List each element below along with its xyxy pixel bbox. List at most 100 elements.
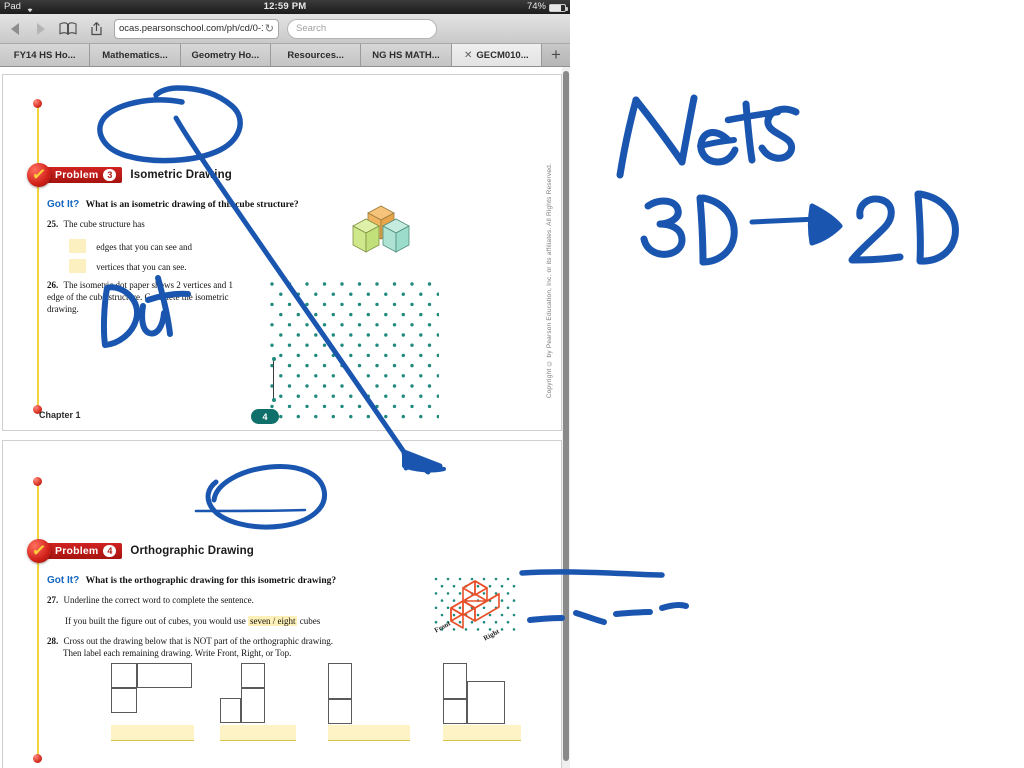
battery-icon bbox=[549, 4, 568, 12]
problem3-pill: Problem 3 bbox=[41, 167, 123, 183]
question-27: 27. Underline the correct word to comple… bbox=[47, 594, 367, 606]
book-icon bbox=[59, 22, 77, 35]
tab-label: Geometry Ho... bbox=[191, 49, 260, 61]
status-clock: 12:59 PM bbox=[263, 1, 307, 12]
scrollbar-thumb[interactable] bbox=[563, 71, 569, 761]
cube-structure-figure bbox=[346, 199, 416, 266]
shape4-cell-2 bbox=[443, 699, 467, 724]
question-28-line1: Cross out the drawing below that is NOT … bbox=[63, 636, 334, 646]
question-25-blank-row-1: edges that you can see and bbox=[69, 239, 279, 253]
close-icon[interactable]: ✕ bbox=[464, 50, 472, 61]
browser-tab-4[interactable]: NG HS MATH... bbox=[361, 44, 452, 66]
back-button[interactable] bbox=[6, 20, 24, 38]
problem3-number: 3 bbox=[103, 169, 117, 181]
address-bar[interactable]: ocas.pearsonschool.com/ph/cd/0-13-372176… bbox=[114, 18, 279, 39]
problem3-title: Isometric Drawing bbox=[130, 169, 232, 181]
isometric-dot-paper[interactable] bbox=[269, 280, 440, 425]
forward-button[interactable] bbox=[32, 20, 50, 38]
question-25: 25. The cube structure has bbox=[47, 218, 247, 230]
problem4-label: Problem bbox=[55, 545, 99, 557]
question-25-number: 25. bbox=[47, 219, 59, 229]
question-27-number: 27. bbox=[47, 595, 59, 605]
address-bar-url: ocas.pearsonschool.com/ph/cd/0-13-372176… bbox=[119, 23, 263, 34]
back-arrow-icon bbox=[11, 22, 19, 35]
question-25-line1-label: edges that you can see and bbox=[96, 242, 192, 252]
browser-tab-2[interactable]: Geometry Ho... bbox=[180, 44, 271, 66]
search-placeholder: Search bbox=[296, 23, 327, 34]
shape1-cell-2 bbox=[137, 663, 192, 688]
problem4-number: 4 bbox=[103, 545, 117, 557]
question-26: 26. The isometric dot paper shows 2 vert… bbox=[47, 279, 252, 316]
battery-percent-label: 74% bbox=[526, 1, 546, 12]
shape4-cell-3 bbox=[467, 681, 505, 724]
given-vertex-bottom bbox=[272, 398, 276, 402]
forward-arrow-icon bbox=[37, 22, 45, 35]
question-28: 28. Cross out the drawing below that is … bbox=[47, 635, 397, 659]
check-badge-icon: ✓ bbox=[27, 163, 51, 187]
problem3-gotit-question: What is an isometric drawing of this cub… bbox=[85, 200, 299, 210]
shape2-cell-3 bbox=[220, 698, 241, 723]
page2-rule-ball-top bbox=[33, 477, 42, 486]
workbook-page-2: ✓ Problem 4 Orthographic Drawing Got It?… bbox=[2, 440, 562, 768]
problem4-gotit-question: What is the orthographic drawing for thi… bbox=[85, 576, 337, 586]
reload-icon[interactable]: ↻ bbox=[265, 22, 274, 35]
problem3-gotit: Got It? What is an isometric drawing of … bbox=[47, 199, 299, 210]
workbook-page-1: ✓ Problem 3 Isometric Drawing Got It? Wh… bbox=[2, 74, 562, 431]
question-27-sentence-pre: If you built the figure out of cubes, yo… bbox=[65, 616, 246, 626]
given-vertex-top bbox=[272, 357, 276, 361]
page2-side-rule bbox=[37, 481, 39, 757]
shape2-cell-1 bbox=[241, 663, 265, 688]
browser-tab-0[interactable]: FY14 HS Ho... bbox=[0, 44, 91, 66]
question-27-sentence: If you built the figure out of cubes, yo… bbox=[65, 615, 405, 627]
document-viewport[interactable]: V 10 cm ✓ Problem 3 Isometric Drawing Go… bbox=[0, 67, 570, 768]
problem3-gotit-label: Got It? bbox=[47, 199, 80, 210]
question-25-blank-row-2: vertices that you can see. bbox=[69, 259, 279, 273]
tab-label: Mathematics... bbox=[102, 49, 168, 61]
browser-toolbar: ocas.pearsonschool.com/ph/cd/0-13-372176… bbox=[0, 14, 570, 44]
question-27-text: Underline the correct word to complete t… bbox=[63, 595, 254, 605]
browser-tab-5-active[interactable]: ✕ GECM010... bbox=[451, 44, 542, 66]
search-field[interactable]: Search bbox=[287, 18, 437, 39]
ortho-answer-line-2[interactable] bbox=[220, 725, 296, 741]
tab-label: GECM010... bbox=[476, 49, 529, 61]
shape3-cell-1 bbox=[328, 663, 352, 699]
dot-grid bbox=[270, 282, 440, 419]
underline-choice-seven-eight[interactable]: seven / eight bbox=[247, 616, 298, 626]
bookmarks-button[interactable] bbox=[58, 20, 78, 38]
ortho-answer-line-4[interactable] bbox=[443, 725, 521, 741]
share-icon bbox=[90, 22, 102, 36]
tab-label: NG HS MATH... bbox=[372, 49, 440, 61]
problem4-gotit-label: Got It? bbox=[47, 575, 80, 586]
problem4-banner: ✓ Problem 4 Orthographic Drawing bbox=[27, 539, 254, 563]
shape4-cell-1 bbox=[443, 663, 467, 699]
tab-label: FY14 HS Ho... bbox=[13, 49, 76, 61]
problem3-label: Problem bbox=[55, 169, 99, 181]
status-right: 74% bbox=[526, 0, 568, 14]
problem3-banner: ✓ Problem 3 Isometric Drawing bbox=[27, 163, 232, 187]
whiteboard-panel[interactable] bbox=[570, 0, 1024, 768]
question-26-number: 26. bbox=[47, 280, 59, 290]
chapter-label: Chapter 1 bbox=[39, 410, 81, 420]
orthographic-source-figure: Front Right bbox=[428, 573, 520, 650]
problem4-gotit: Got It? What is the orthographic drawing… bbox=[47, 575, 336, 586]
ortho-answer-line-3[interactable] bbox=[328, 725, 410, 741]
tab-strip: FY14 HS Ho... Mathematics... Geometry Ho… bbox=[0, 44, 570, 67]
shape1-cell-3 bbox=[111, 688, 137, 713]
page2-rule-ball-bottom bbox=[33, 754, 42, 763]
new-tab-button[interactable]: + bbox=[541, 44, 570, 66]
page-number-badge: 4 bbox=[251, 409, 279, 424]
shape3-cell-2 bbox=[328, 699, 352, 724]
ios-status-bar: Pad 12:59 PM 74% bbox=[0, 0, 570, 14]
ortho-answer-line-1[interactable] bbox=[111, 725, 194, 741]
question-26-text: The isometric dot paper shows 2 vertices… bbox=[47, 280, 233, 315]
browser-tab-1[interactable]: Mathematics... bbox=[90, 44, 181, 66]
answer-blank-vertices[interactable] bbox=[69, 259, 86, 273]
problem4-title: Orthographic Drawing bbox=[130, 545, 254, 557]
question-28-line2: Then label each remaining drawing. Write… bbox=[63, 648, 292, 659]
share-button[interactable] bbox=[86, 20, 106, 38]
question-25-line2-label: vertices that you can see. bbox=[96, 262, 187, 272]
answer-blank-edges[interactable] bbox=[69, 239, 86, 253]
page1-rule-ball-top bbox=[33, 99, 42, 108]
page-scrollbar[interactable] bbox=[562, 67, 570, 768]
browser-tab-3[interactable]: Resources... bbox=[270, 44, 362, 66]
